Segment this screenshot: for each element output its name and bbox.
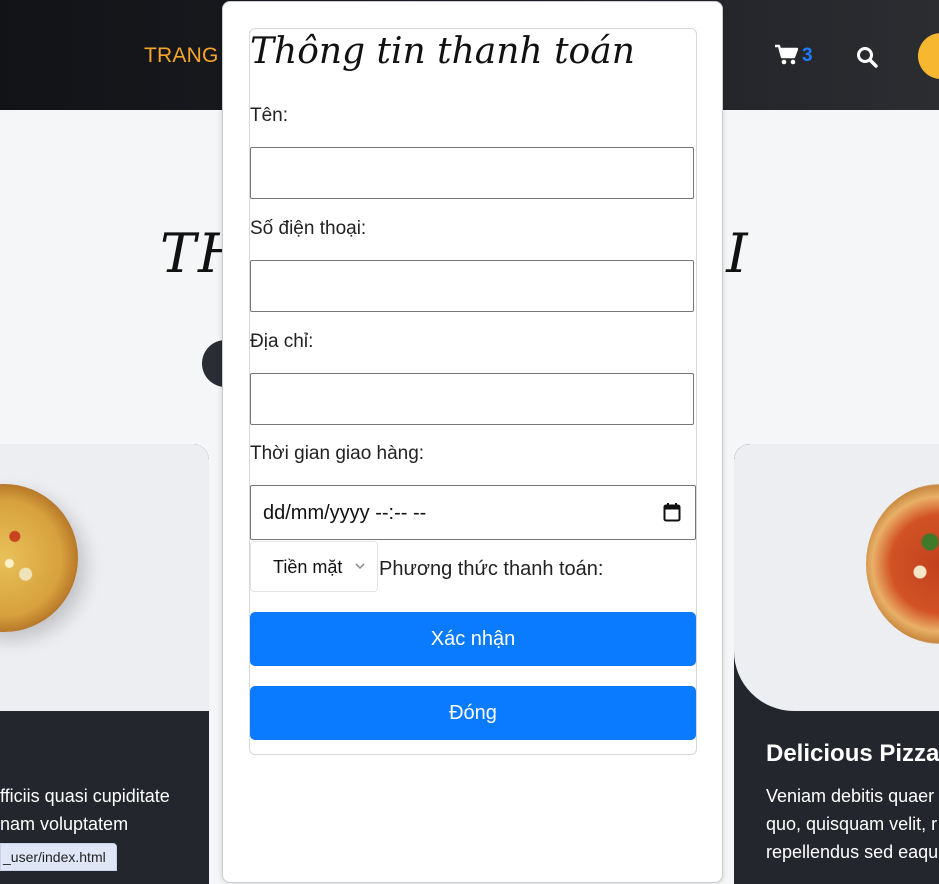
confirm-button[interactable]: Xác nhận	[250, 612, 696, 666]
product-card: Delicious Pizza Veniam debitis quaer quo…	[734, 444, 939, 884]
close-button[interactable]: Đóng	[250, 686, 696, 740]
payment-method-label: Phương thức thanh toán:	[379, 558, 604, 580]
product-description: fficiis quasi cupiditate nam voluptatem	[0, 782, 170, 838]
name-input[interactable]	[250, 147, 694, 199]
product-image-area	[734, 444, 939, 711]
description-line: fficiis quasi cupiditate	[0, 786, 170, 806]
delivery-datetime-input[interactable]: dd/mm/yyyy --:-- --	[250, 485, 696, 540]
address-label: Địa chỉ:	[250, 331, 314, 352]
datetime-placeholder: dd/mm/yyyy --:-- --	[263, 502, 427, 524]
payment-method-select[interactable]: Tiền mặt	[250, 541, 378, 592]
phone-input[interactable]	[250, 260, 694, 312]
cart-count-badge: 3	[802, 45, 813, 66]
address-input[interactable]	[250, 373, 694, 425]
modal-title: Thông tin thanh toán	[250, 31, 635, 72]
checkout-modal: Thông tin thanh toán Tên: Số điện thoại:…	[222, 1, 723, 883]
description-line: nam voluptatem	[0, 814, 129, 834]
cart-icon[interactable]	[774, 44, 798, 66]
pizza-image	[866, 484, 939, 644]
user-menu-button[interactable]	[918, 33, 939, 79]
phone-label: Số điện thoại:	[250, 218, 367, 239]
product-description: Veniam debitis quaer quo, quisquam velit…	[766, 782, 938, 866]
status-bar-url: _user/index.html	[0, 843, 117, 871]
description-line: quo, quisquam velit, r	[766, 814, 938, 834]
delivery-time-label: Thời gian giao hàng:	[250, 443, 425, 464]
chevron-down-icon	[355, 563, 365, 570]
product-image-area	[0, 444, 209, 711]
product-title: Delicious Pizza	[766, 740, 939, 767]
name-label: Tên:	[250, 105, 289, 126]
product-card: fficiis quasi cupiditate nam voluptatem	[0, 444, 209, 884]
payment-select-value: Tiền mặt	[273, 557, 343, 577]
pizza-image	[0, 484, 78, 632]
checkout-form: Thông tin thanh toán Tên: Số điện thoại:…	[249, 28, 697, 755]
description-line: Veniam debitis quaer	[766, 786, 935, 806]
description-line: repellendus sed eaqu	[766, 842, 939, 862]
search-icon[interactable]	[856, 46, 878, 68]
calendar-icon[interactable]	[663, 502, 681, 522]
